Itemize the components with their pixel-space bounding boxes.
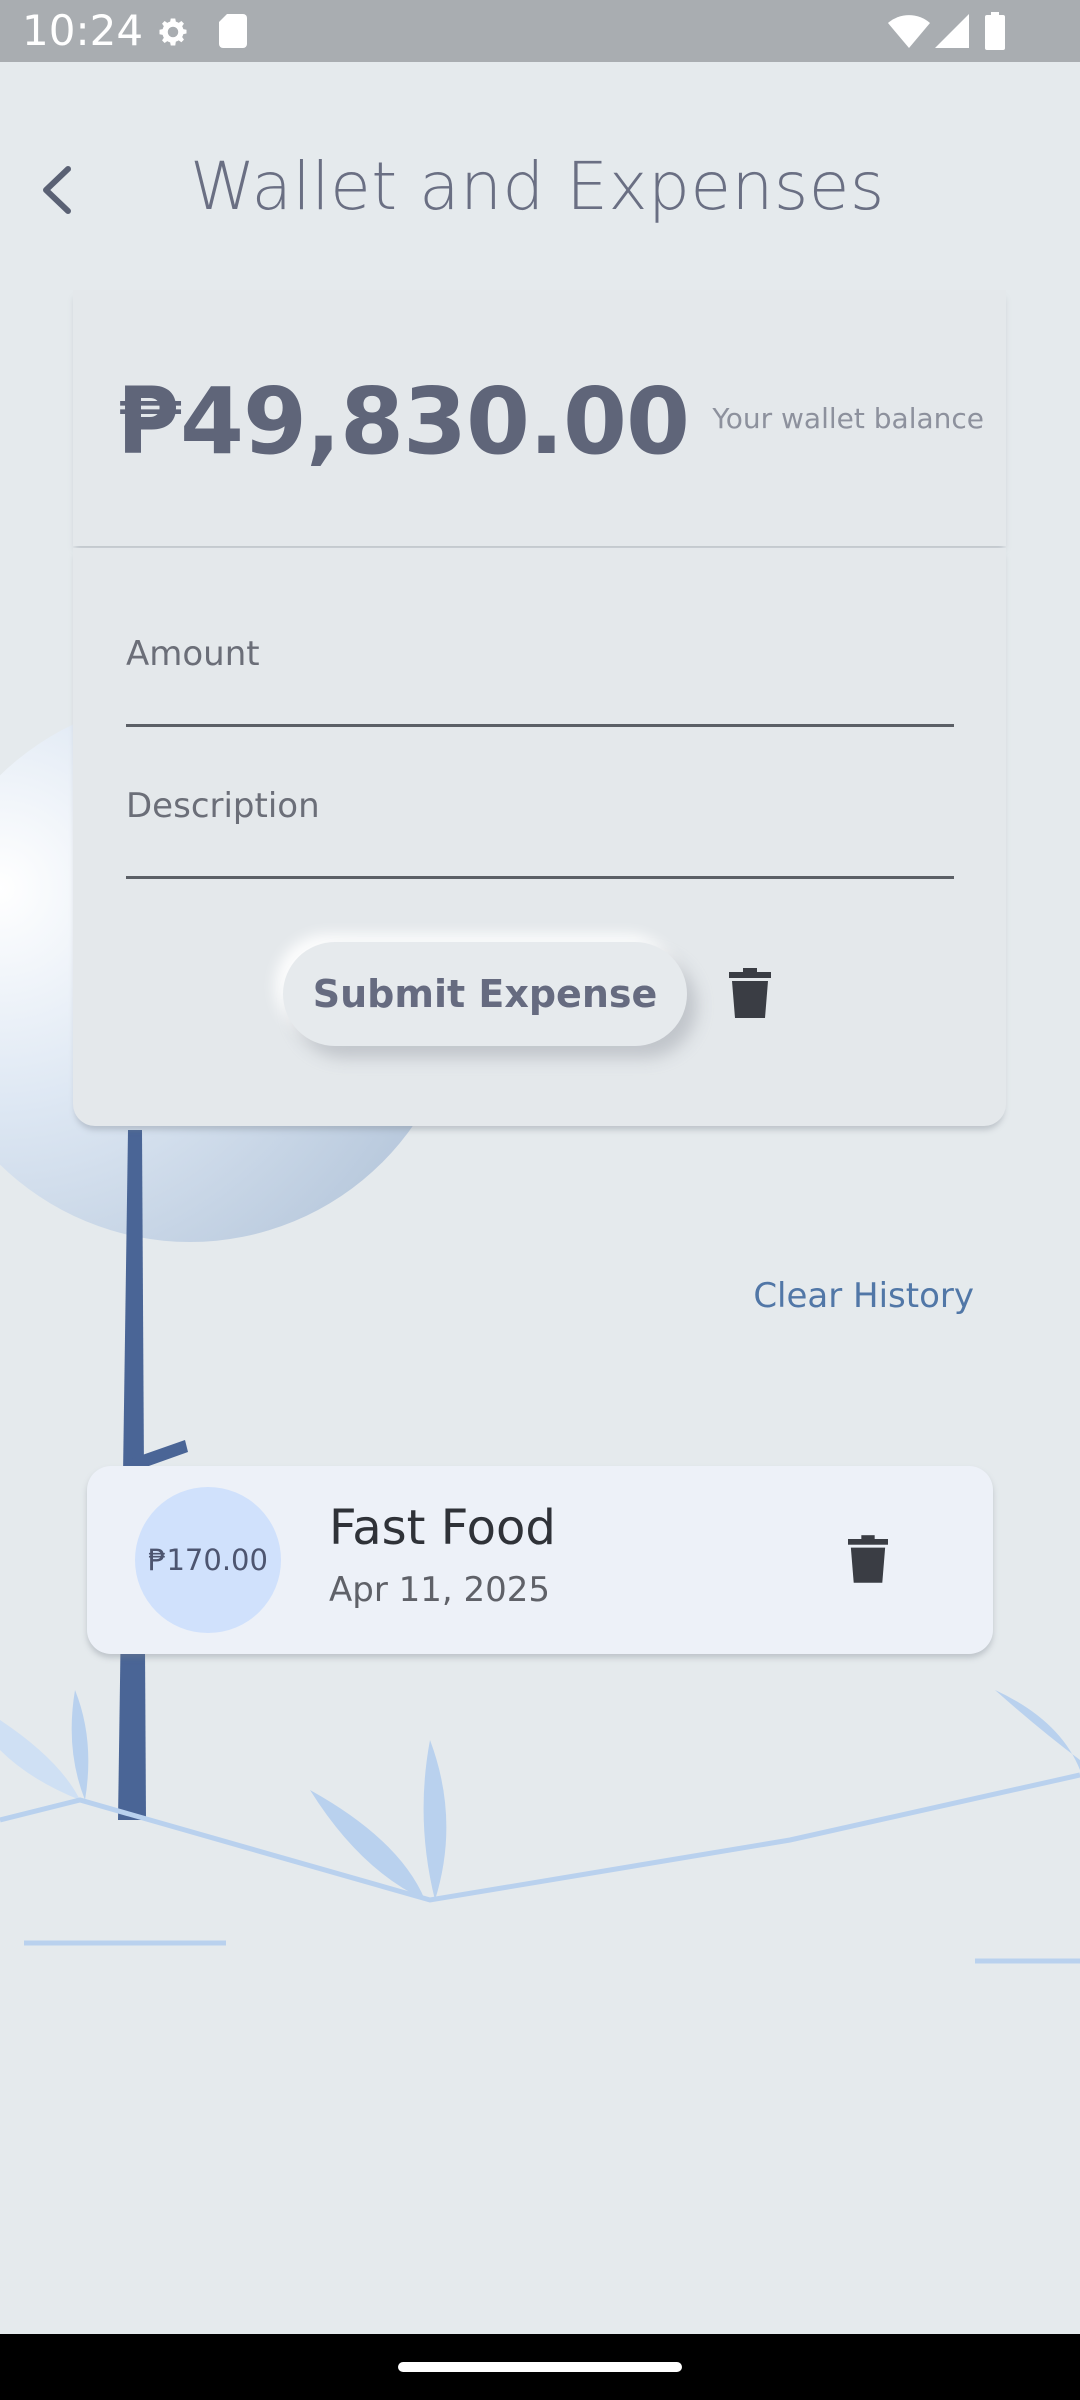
expense-amount-badge: ₱170.00 <box>135 1487 281 1633</box>
back-button[interactable] <box>30 155 90 225</box>
wallet-balance-amount: ₱49,830.00 <box>117 368 690 475</box>
expense-list-item[interactable]: ₱170.00 Fast Food Apr 11, 2025 <box>87 1466 993 1654</box>
home-gesture-handle[interactable] <box>398 2362 682 2372</box>
delete-expense-icon[interactable] <box>848 1535 888 1583</box>
balance-card: ₱49,830.00 Your wallet balance <box>73 290 1006 546</box>
trash-icon[interactable] <box>729 968 771 1018</box>
chevron-left-icon <box>43 166 71 214</box>
clear-history-button[interactable]: Clear History <box>753 1276 974 1316</box>
status-bar: 10:24 <box>0 0 1080 62</box>
signal-icon <box>935 14 969 48</box>
wifi-icon <box>888 15 930 48</box>
status-time: 10:24 <box>22 6 144 55</box>
battery-icon <box>985 12 1005 50</box>
submit-expense-button[interactable]: Submit Expense <box>283 942 687 1046</box>
wallet-balance-label: Your wallet balance <box>712 402 984 435</box>
description-input[interactable] <box>126 776 954 836</box>
description-field-container <box>126 776 954 879</box>
gear-icon <box>159 18 187 46</box>
expense-date: Apr 11, 2025 <box>329 1570 551 1610</box>
amount-input[interactable] <box>126 624 954 684</box>
expense-form: Submit Expense <box>73 548 1006 1126</box>
amount-field-container <box>126 624 954 727</box>
page-title: Wallet and Expenses <box>190 148 885 225</box>
sd-card-icon <box>219 14 247 48</box>
expense-title: Fast Food <box>329 1500 556 1556</box>
